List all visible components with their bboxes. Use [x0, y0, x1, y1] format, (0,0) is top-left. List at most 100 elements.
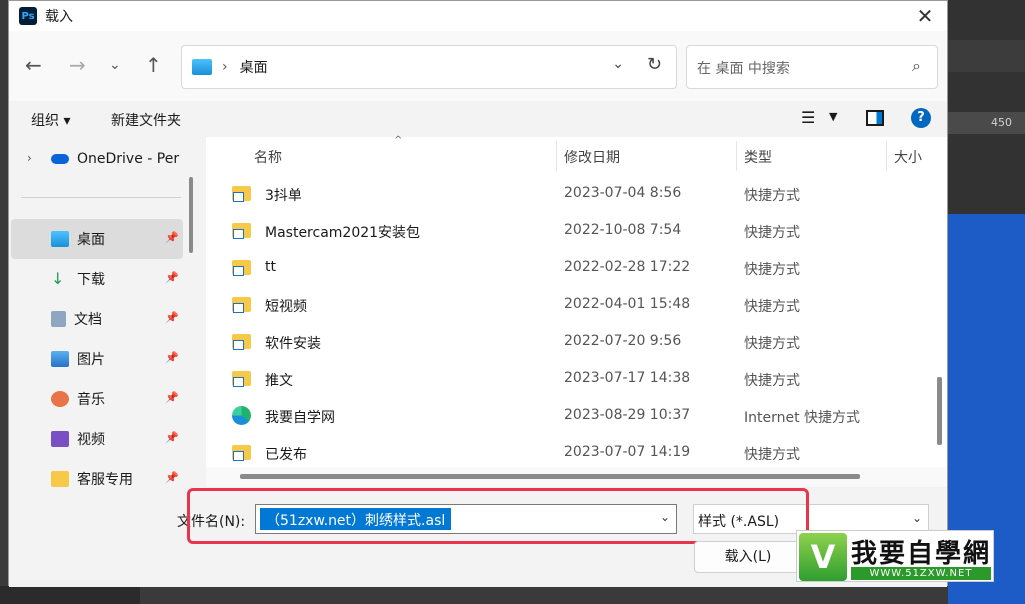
file-row[interactable]: 推文 2023-07-17 14:38 快捷方式 [206, 360, 931, 397]
load-dialog: Ps 载入 ✕ ← → ⌄ ↑ › 桌面 ⌄ ↻ 在 桌面 中搜索 ⌕ 组织 ▾… [8, 0, 948, 587]
sidebar-divider [21, 197, 181, 198]
file-type: 快捷方式 [744, 373, 800, 389]
photoshop-status-bar [0, 586, 140, 604]
back-arrow-icon[interactable]: ← [25, 53, 42, 77]
sidebar-item-label: 视频 [77, 432, 105, 448]
dialog-title: 载入 [45, 9, 73, 25]
pin-icon[interactable]: 📌 [165, 231, 179, 244]
column-header-name[interactable]: 名称 [254, 147, 282, 167]
close-icon[interactable]: ✕ [913, 4, 937, 28]
refresh-icon[interactable]: ↻ [647, 54, 662, 75]
sidebar-item-documents[interactable]: 文档 📌 [11, 299, 183, 339]
column-divider[interactable] [886, 141, 887, 171]
sidebar-item-desktop[interactable]: 桌面 📌 [11, 219, 183, 259]
navigation-pane: › OneDrive - Per 桌面 📌 ↓ 下载 📌 文档 📌 图片 📌 音 [9, 137, 197, 487]
file-name: 3抖单 [265, 188, 302, 204]
watermark-title: 我要自學網 [851, 539, 992, 569]
sidebar-item-label: 桌面 [77, 232, 105, 248]
file-modified: 2023-07-07 14:19 [564, 444, 691, 460]
new-folder-button[interactable]: 新建文件夹 [111, 110, 181, 130]
file-name: tt [265, 259, 276, 275]
pin-icon[interactable]: 📌 [165, 471, 179, 484]
sidebar-item-label: 客服专用 [77, 472, 133, 487]
up-arrow-icon[interactable]: ↑ [145, 53, 162, 77]
file-list: ^ 名称 修改日期 类型 大小 3抖单 2023-07-04 8:56 快捷方式… [206, 135, 947, 487]
sidebar-item-label: 图片 [77, 352, 105, 368]
forward-arrow-icon[interactable]: → [69, 53, 86, 77]
folder-shortcut-icon [232, 334, 251, 350]
column-divider[interactable] [736, 141, 737, 171]
file-name: 我要自学网 [265, 410, 335, 426]
folder-shortcut-icon [232, 223, 251, 239]
organize-button[interactable]: 组织 ▾ [31, 110, 70, 130]
column-header-modified[interactable]: 修改日期 [564, 147, 620, 167]
folder-shortcut-icon [232, 186, 251, 202]
pin-icon[interactable]: 📌 [165, 311, 179, 324]
vertical-scrollbar[interactable] [937, 377, 942, 445]
search-icon[interactable]: ⌕ [912, 56, 921, 76]
edge-browser-icon [232, 406, 251, 425]
photoshop-ruler: 450 [948, 112, 1025, 134]
sidebar-item-onedrive[interactable]: › OneDrive - Per [11, 139, 183, 179]
sidebar-item-pictures[interactable]: 图片 📌 [11, 339, 183, 379]
file-row[interactable]: tt 2022-02-28 17:22 快捷方式 [206, 249, 931, 286]
sort-ascending-icon: ^ [394, 135, 403, 146]
sidebar-item-label: OneDrive - Per [77, 151, 180, 167]
pin-icon[interactable]: 📌 [165, 351, 179, 364]
file-row[interactable]: 软件安装 2022-07-20 9:56 快捷方式 [206, 323, 931, 360]
navigation-bar: ← → ⌄ ↑ › 桌面 ⌄ ↻ 在 桌面 中搜索 ⌕ [9, 31, 947, 101]
column-header-type[interactable]: 类型 [744, 147, 772, 167]
pin-icon[interactable]: 📌 [165, 431, 179, 444]
folder-shortcut-icon [232, 445, 251, 461]
sidebar-item-label: 文档 [74, 312, 102, 328]
load-button[interactable]: 载入(L) [694, 541, 802, 573]
file-modified: 2022-07-20 9:56 [564, 333, 682, 349]
column-header-size[interactable]: 大小 [894, 147, 922, 167]
cloud-icon [51, 154, 69, 164]
dialog-titlebar: Ps 载入 ✕ [9, 1, 947, 31]
desktop-icon [192, 59, 212, 75]
file-modified: 2022-04-01 15:48 [564, 296, 691, 312]
expand-chevron-icon[interactable]: › [27, 151, 32, 165]
folder-shortcut-icon [232, 297, 251, 313]
file-row[interactable]: 3抖单 2023-07-04 8:56 快捷方式 [206, 175, 931, 212]
search-box[interactable]: 在 桌面 中搜索 ⌕ [686, 45, 938, 89]
preview-pane-icon[interactable] [866, 110, 884, 126]
view-dropdown-icon[interactable]: ▼ [829, 110, 837, 123]
pin-icon[interactable]: 📌 [165, 271, 179, 284]
file-row[interactable]: Mastercam2021安装包 2022-10-08 7:54 快捷方式 [206, 212, 931, 249]
file-type: 快捷方式 [744, 188, 800, 204]
file-name: 软件安装 [265, 336, 321, 352]
horizontal-scrollbar[interactable] [240, 474, 860, 479]
search-placeholder[interactable]: 在 桌面 中搜索 [697, 58, 790, 78]
command-bar: 组织 ▾ 新建文件夹 ☰ ▼ ? [9, 101, 947, 137]
music-icon [51, 391, 69, 407]
sidebar-item-customer-service[interactable]: 客服专用 📌 [11, 459, 183, 487]
sidebar-scrollbar[interactable] [189, 177, 193, 253]
watermark-logo: V 我要自學網 WWW.51ZXW.NET [796, 530, 994, 582]
view-list-icon[interactable]: ☰ [801, 108, 815, 127]
address-bar[interactable]: › 桌面 ⌄ ↻ [181, 45, 677, 89]
file-row[interactable]: 短视频 2022-04-01 15:48 快捷方式 [206, 286, 931, 323]
file-modified: 2023-07-17 14:38 [564, 370, 691, 386]
logo-v-icon: V [799, 533, 847, 581]
recent-locations-chevron-icon[interactable]: ⌄ [109, 57, 121, 73]
column-divider[interactable] [556, 141, 557, 171]
file-row[interactable]: 已发布 2023-07-07 14:19 快捷方式 [206, 434, 931, 471]
help-icon[interactable]: ? [911, 108, 931, 128]
file-row[interactable]: 我要自学网 2023-08-29 10:37 Internet 快捷方式 [206, 397, 931, 434]
video-icon [51, 431, 69, 447]
folder-shortcut-icon [232, 260, 251, 276]
filetype-dropdown-icon[interactable]: ⌄ [912, 511, 922, 525]
highlight-box [187, 488, 809, 544]
pin-icon[interactable]: 📌 [165, 391, 179, 404]
file-modified: 2022-10-08 7:54 [564, 222, 682, 238]
breadcrumb-chevron-icon[interactable]: › [222, 59, 228, 75]
file-name: 已发布 [265, 447, 307, 463]
sidebar-item-downloads[interactable]: ↓ 下载 📌 [11, 259, 183, 299]
breadcrumb-desktop[interactable]: 桌面 [240, 57, 268, 77]
sidebar-item-videos[interactable]: 视频 📌 [11, 419, 183, 459]
sidebar-item-music[interactable]: 音乐 📌 [11, 379, 183, 419]
address-dropdown-icon[interactable]: ⌄ [612, 56, 624, 72]
file-modified: 2023-08-29 10:37 [564, 407, 691, 423]
